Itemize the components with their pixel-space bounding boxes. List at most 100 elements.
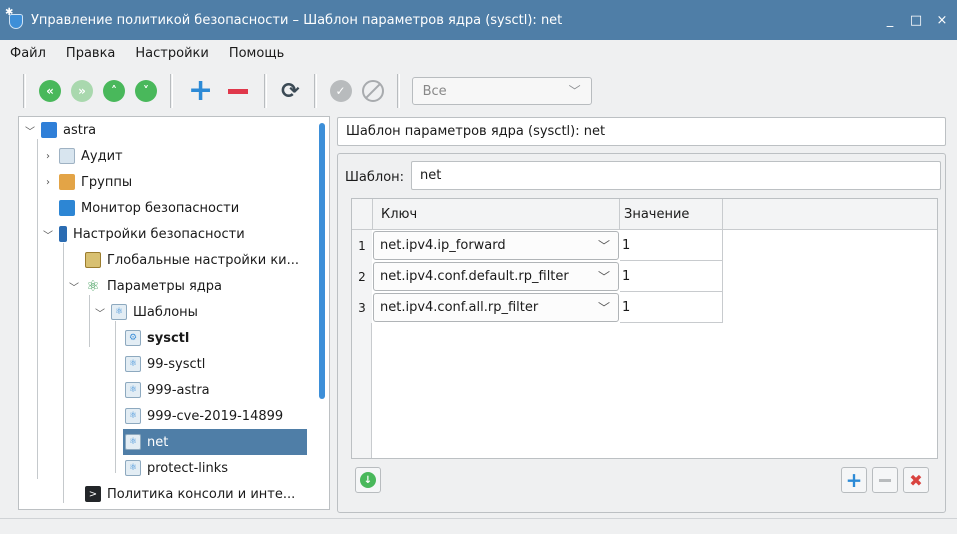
lock-icon bbox=[59, 200, 75, 216]
menu-settings[interactable]: Настройки bbox=[135, 46, 208, 61]
down-icon[interactable]: ˅ bbox=[135, 80, 157, 102]
params-table: Ключ Значение 1 net.ipv4.ip_forward ﹀ 1 … bbox=[351, 198, 938, 459]
add-row-button[interactable]: + bbox=[841, 467, 867, 493]
tree-item-label: astra bbox=[63, 122, 97, 138]
tree-item-label: net bbox=[147, 434, 169, 450]
chevron-down-icon[interactable]: ﹀ bbox=[93, 305, 107, 320]
tree-scrollbar[interactable] bbox=[319, 123, 325, 399]
tree-line bbox=[115, 321, 116, 473]
toolbar-separator bbox=[396, 74, 400, 108]
toolbar-separator bbox=[264, 74, 268, 108]
download-icon: ↓ bbox=[360, 472, 376, 488]
column-header-key[interactable]: Ключ bbox=[372, 199, 620, 230]
tree-line bbox=[63, 243, 64, 503]
tree-line bbox=[37, 139, 38, 479]
atom-icon: ⚛ bbox=[86, 277, 100, 295]
chevron-down-icon: ﹀ bbox=[597, 239, 610, 253]
tree-item-label: 99-sysctl bbox=[147, 356, 206, 372]
key-combo-value: net.ipv4.conf.all.rp_filter bbox=[380, 300, 539, 315]
tree-item-label: Параметры ядра bbox=[107, 278, 223, 294]
import-button[interactable]: ↓ bbox=[355, 467, 381, 493]
tree-item-protect-links[interactable]: ⚛ protect-links bbox=[125, 455, 228, 481]
value-cell[interactable]: 1 bbox=[620, 261, 723, 292]
tree-item-999-cve[interactable]: ⚛ 999-cve-2019-14899 bbox=[125, 403, 283, 429]
cancel-icon[interactable] bbox=[361, 80, 384, 102]
tree-item-global-settings[interactable]: Глобальные настройки ки... bbox=[85, 247, 299, 273]
minus-icon bbox=[879, 478, 891, 482]
tree-item-999-astra[interactable]: ⚛ 999-astra bbox=[125, 377, 210, 403]
template-icon: ⚛ bbox=[125, 434, 141, 450]
maximize-button[interactable]: □ bbox=[905, 13, 927, 28]
template-gear-icon: ⚙ bbox=[125, 330, 141, 346]
chevron-down-icon[interactable]: ﹀ bbox=[67, 279, 81, 294]
menu-help[interactable]: Помощь bbox=[229, 46, 284, 61]
tree-item-label: Шаблоны bbox=[133, 304, 198, 320]
policy-tree[interactable]: ﹀ astra › Аудит › Группы Монитор безопас… bbox=[18, 116, 330, 510]
window-title: Управление политикой безопасности – Шабл… bbox=[31, 12, 563, 28]
value-cell[interactable]: 1 bbox=[620, 230, 723, 261]
menu-bar: Файл Правка Настройки Помощь bbox=[0, 40, 957, 66]
tree-item-security-monitor[interactable]: Монитор безопасности bbox=[59, 195, 239, 221]
filter-select[interactable]: Все ﹀ bbox=[411, 77, 592, 105]
key-combo-value: net.ipv4.ip_forward bbox=[380, 238, 506, 253]
tree-item-templates[interactable]: ﹀ ⚛ Шаблоны bbox=[93, 299, 198, 325]
terminal-icon: > bbox=[85, 486, 101, 502]
clear-rows-button[interactable]: ✖ bbox=[903, 467, 929, 493]
audit-icon bbox=[59, 148, 75, 164]
remove-icon[interactable] bbox=[228, 88, 249, 94]
column-header-value[interactable]: Значение bbox=[620, 199, 723, 230]
tree-item-99-sysctl[interactable]: ⚛ 99-sysctl bbox=[125, 351, 205, 377]
key-combo[interactable]: net.ipv4.ip_forward ﹀ bbox=[373, 231, 619, 260]
close-button[interactable]: × bbox=[931, 13, 953, 28]
tree-item-label: 999-astra bbox=[147, 382, 210, 398]
tree-item-console-policy[interactable]: > Политика консоли и инте... bbox=[85, 481, 295, 507]
template-icon: ⚛ bbox=[111, 304, 127, 320]
settings-icon bbox=[59, 226, 67, 242]
chevron-down-icon[interactable]: ﹀ bbox=[41, 227, 55, 242]
tree-item-sysctl[interactable]: ⚙ sysctl bbox=[125, 325, 189, 351]
chevron-right-icon[interactable]: › bbox=[41, 151, 55, 162]
status-bar bbox=[0, 518, 957, 534]
remove-row-button[interactable] bbox=[872, 467, 898, 493]
value-cell[interactable]: 1 bbox=[620, 292, 723, 323]
first-icon[interactable]: « bbox=[39, 80, 61, 102]
chevron-right-icon[interactable]: › bbox=[41, 177, 55, 188]
tree-item-security-settings[interactable]: ﹀ Настройки безопасности bbox=[41, 221, 245, 247]
tree-item-astra[interactable]: ﹀ astra bbox=[23, 117, 96, 143]
tree-item-label: protect-links bbox=[147, 460, 229, 476]
toolbar: « » ˄ ˅ + ⟳ ✓ Все ﹀ bbox=[0, 66, 957, 116]
tree-item-label: 999-cve-2019-14899 bbox=[147, 408, 284, 424]
template-icon: ⚛ bbox=[125, 460, 141, 476]
minimize-button[interactable]: _ bbox=[879, 13, 901, 28]
panel-header-text: Шаблон параметров ядра (sysctl): net bbox=[346, 124, 606, 139]
plus-icon: + bbox=[845, 468, 863, 492]
tree-item-audit[interactable]: › Аудит bbox=[41, 143, 123, 169]
key-combo-value: net.ipv4.conf.default.rp_filter bbox=[380, 269, 569, 284]
app-shield-icon: ✱ bbox=[5, 7, 25, 29]
table-corner bbox=[352, 199, 372, 230]
up-icon[interactable]: ˄ bbox=[103, 80, 125, 102]
menu-edit[interactable]: Правка bbox=[66, 46, 115, 61]
title-bar: ✱ Управление политикой безопасности – Ша… bbox=[0, 0, 957, 40]
key-combo[interactable]: net.ipv4.conf.all.rp_filter ﹀ bbox=[373, 293, 619, 322]
refresh-icon[interactable]: ⟳ bbox=[281, 79, 299, 104]
tree-item-groups[interactable]: › Группы bbox=[41, 169, 132, 195]
menu-file[interactable]: Файл bbox=[10, 46, 46, 61]
template-icon: ⚛ bbox=[125, 356, 141, 372]
tree-item-label: Монитор безопасности bbox=[81, 200, 240, 216]
add-icon[interactable]: + bbox=[188, 76, 213, 106]
template-name-value: net bbox=[420, 168, 442, 183]
apply-icon[interactable]: ✓ bbox=[329, 80, 352, 102]
next-icon[interactable]: » bbox=[71, 80, 93, 102]
panel-header: Шаблон параметров ядра (sysctl): net bbox=[337, 117, 946, 146]
template-icon: ⚛ bbox=[125, 408, 141, 424]
template-name-input[interactable]: net bbox=[411, 161, 941, 190]
tree-item-kernel-params[interactable]: ﹀ ⚛ Параметры ядра bbox=[67, 273, 222, 299]
chevron-down-icon[interactable]: ﹀ bbox=[23, 123, 37, 138]
key-combo[interactable]: net.ipv4.conf.default.rp_filter ﹀ bbox=[373, 262, 619, 291]
row-number: 3 bbox=[352, 292, 372, 323]
tree-item-label: Настройки безопасности bbox=[73, 226, 245, 242]
delete-icon: ✖ bbox=[909, 470, 923, 490]
tree-item-net[interactable]: ⚛ net bbox=[123, 429, 307, 455]
tree-item-label: Аудит bbox=[81, 148, 123, 164]
